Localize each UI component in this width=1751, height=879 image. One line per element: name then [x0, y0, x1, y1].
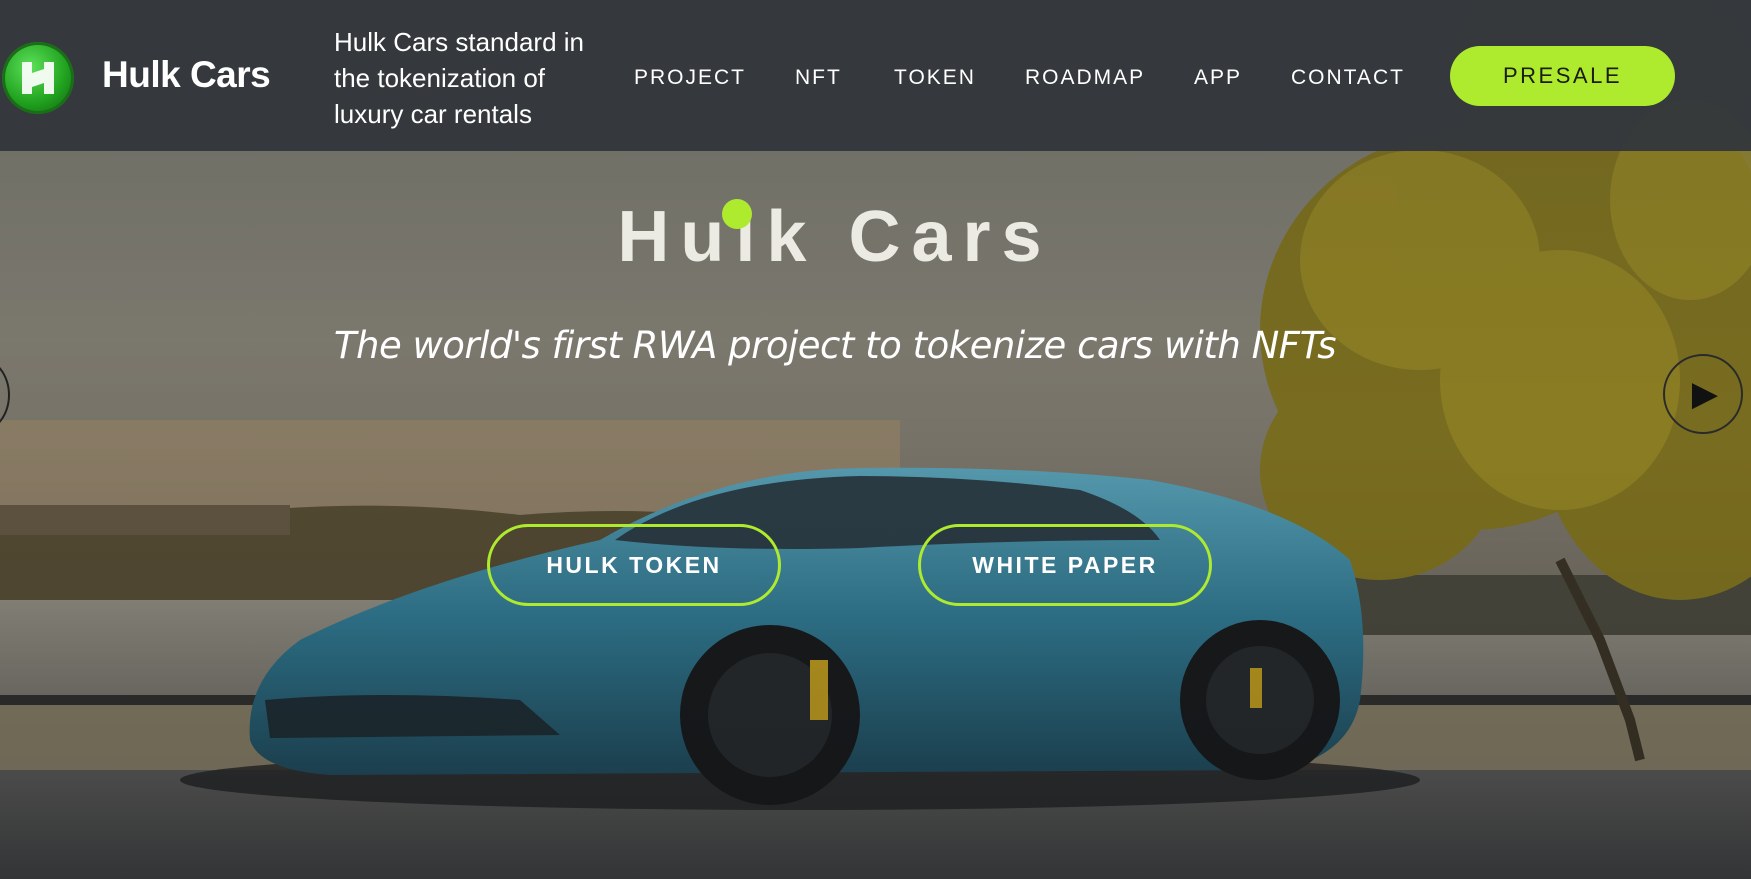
- nav-item-project[interactable]: PROJECT: [634, 66, 746, 90]
- nav-item-app[interactable]: APP: [1194, 66, 1242, 90]
- hero-title: Hulk Cars: [617, 197, 1053, 277]
- play-arrow-right-icon[interactable]: ▶: [1663, 354, 1743, 434]
- presale-button[interactable]: PRESALE: [1450, 46, 1675, 106]
- nav-item-token[interactable]: TOKEN: [894, 66, 976, 90]
- white-paper-button[interactable]: WHITE PAPER: [918, 524, 1212, 606]
- site-header: Hulk Cars Hulk Cars standard in the toke…: [0, 0, 1751, 151]
- hulk-token-button[interactable]: HULK TOKEN: [487, 524, 781, 606]
- header-tagline: Hulk Cars standard in the tokenization o…: [334, 27, 584, 129]
- brand-name[interactable]: Hulk Cars: [102, 54, 271, 96]
- hero-subtitle: The world's first RWA project to tokeniz…: [333, 324, 1337, 367]
- nav-item-roadmap[interactable]: ROADMAP: [1025, 66, 1145, 90]
- nav-item-nft[interactable]: NFT: [795, 66, 842, 90]
- nav-item-contact[interactable]: CONTACT: [1291, 66, 1405, 90]
- hulk-h-logo-icon[interactable]: [2, 42, 74, 114]
- accent-dot: [722, 199, 752, 229]
